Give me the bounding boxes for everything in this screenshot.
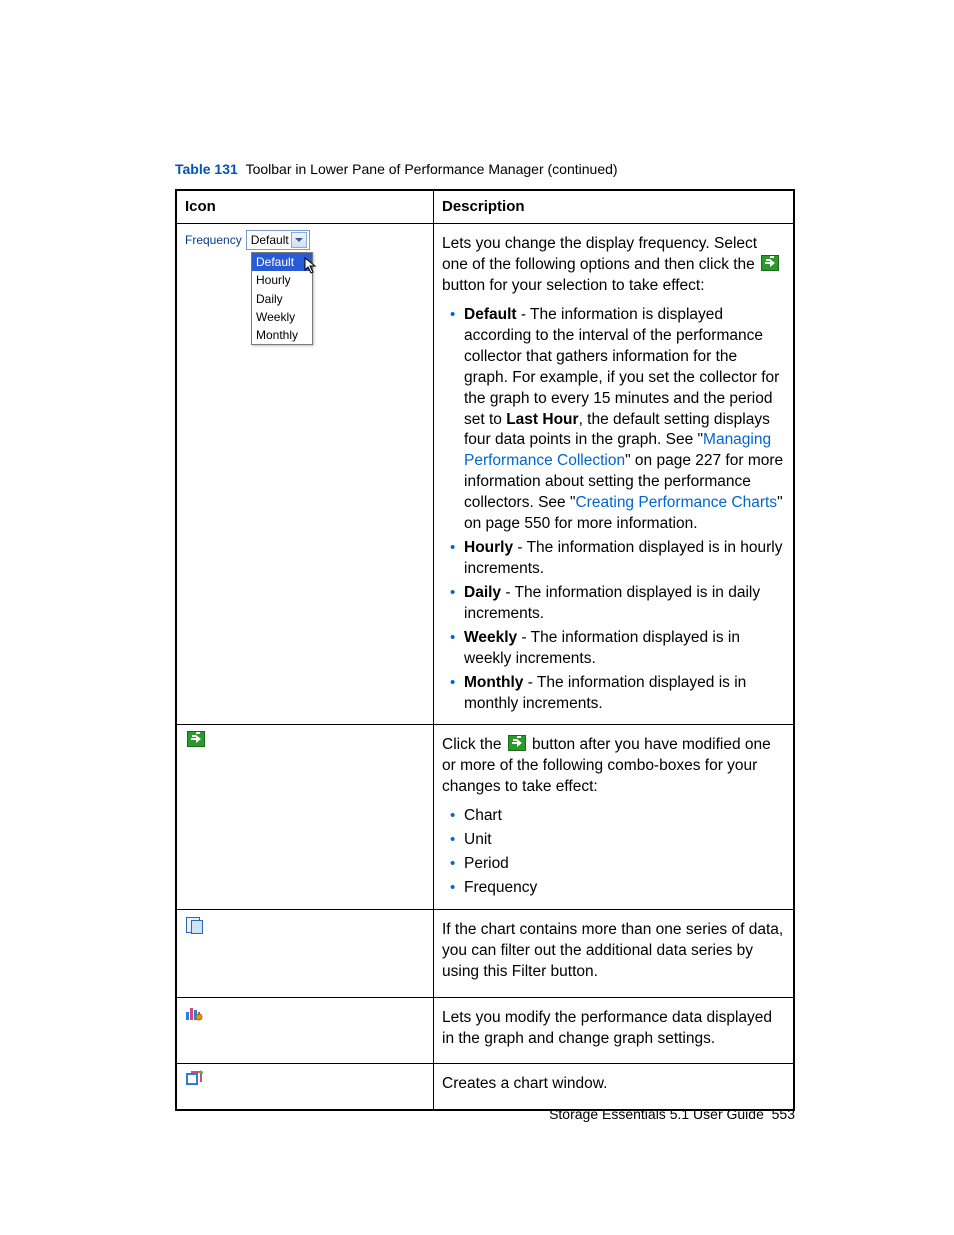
go-description: Click the button after you have modified… xyxy=(434,725,795,909)
link-creating-performance-charts[interactable]: Creating Performance Charts xyxy=(575,494,777,511)
doc-title: Storage Essentials 5.1 User Guide xyxy=(549,1106,764,1122)
frequency-control: Frequency Default Default Hourly Daily W… xyxy=(185,230,315,345)
frequency-option[interactable]: Monthly xyxy=(252,326,312,344)
table-row: Creates a chart window. xyxy=(176,1064,794,1110)
filter-icon[interactable] xyxy=(185,916,203,934)
page-number: 553 xyxy=(772,1106,795,1122)
list-item: Weekly - The information displayed is in… xyxy=(464,628,785,670)
frequency-option[interactable]: Daily xyxy=(252,290,312,308)
toolbar-table: Icon Description Frequency Default Defau… xyxy=(175,189,795,1112)
list-item: Chart xyxy=(464,806,785,827)
frequency-dropdown-list[interactable]: Default Hourly Daily Weekly Monthly xyxy=(251,252,313,345)
table-caption: Table 131 Toolbar in Lower Pane of Perfo… xyxy=(175,160,795,179)
properties-icon[interactable] xyxy=(185,1004,203,1022)
properties-description: Lets you modify the performance data dis… xyxy=(434,997,795,1064)
table-row: If the chart contains more than one seri… xyxy=(176,909,794,997)
chevron-down-icon[interactable] xyxy=(291,232,307,248)
frequency-description: Lets you change the display frequency. S… xyxy=(434,224,795,725)
col-header-icon: Icon xyxy=(176,190,434,224)
list-item: Monthly - The information displayed is i… xyxy=(464,673,785,715)
filter-description: If the chart contains more than one seri… xyxy=(434,909,795,997)
frequency-selected-value: Default xyxy=(251,232,289,248)
list-item: Period xyxy=(464,854,785,875)
list-item: Unit xyxy=(464,830,785,851)
frequency-select[interactable]: Default xyxy=(246,230,310,250)
frequency-option[interactable]: Default xyxy=(252,253,312,271)
list-item: Daily - The information displayed is in … xyxy=(464,583,785,625)
page-footer: Storage Essentials 5.1 User Guide 553 xyxy=(175,1105,795,1124)
new-chart-description: Creates a chart window. xyxy=(434,1064,795,1110)
table-number: Table 131 xyxy=(175,161,238,177)
table-row: Click the button after you have modified… xyxy=(176,725,794,909)
list-item: Frequency xyxy=(464,878,785,899)
frequency-option[interactable]: Hourly xyxy=(252,271,312,289)
go-arrow-icon xyxy=(761,255,779,271)
list-item: Hourly - The information displayed is in… xyxy=(464,538,785,580)
table-row: Lets you modify the performance data dis… xyxy=(176,997,794,1064)
list-item: Default - The information is displayed a… xyxy=(464,305,785,535)
go-arrow-icon xyxy=(508,735,526,751)
frequency-label: Frequency xyxy=(185,232,242,248)
frequency-option[interactable]: Weekly xyxy=(252,308,312,326)
table-row: Frequency Default Default Hourly Daily W… xyxy=(176,224,794,725)
go-arrow-icon[interactable] xyxy=(187,731,205,747)
col-header-description: Description xyxy=(434,190,795,224)
table-title: Toolbar in Lower Pane of Performance Man… xyxy=(246,161,618,177)
new-chart-window-icon[interactable] xyxy=(185,1070,203,1088)
